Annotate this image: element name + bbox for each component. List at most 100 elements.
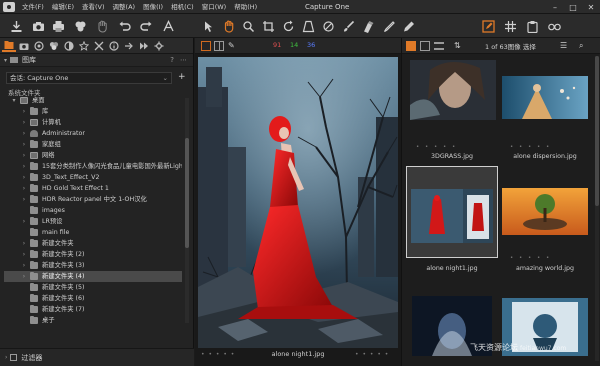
- text-icon[interactable]: [160, 18, 176, 34]
- thumbnail-selected[interactable]: [406, 166, 498, 258]
- minimize-icon[interactable]: –: [546, 0, 564, 14]
- tree-row[interactable]: › 计算机: [4, 117, 182, 128]
- browser-scrollbar-thumb[interactable]: [595, 56, 599, 206]
- output-icon[interactable]: [122, 39, 136, 52]
- filter-header[interactable]: › 过滤器: [0, 348, 194, 366]
- collapse-icon[interactable]: ▾: [4, 57, 7, 64]
- capture-icon[interactable]: [17, 39, 31, 52]
- list-view-icon[interactable]: [434, 42, 444, 50]
- tree-scrollbar[interactable]: [185, 98, 189, 323]
- zoom-icon[interactable]: [240, 18, 256, 34]
- adjustments-icon[interactable]: [92, 39, 106, 52]
- thumbnail-image[interactable]: [502, 76, 588, 119]
- tree-row-selected[interactable]: › 新建文件夹 (4): [4, 271, 182, 282]
- redo-icon[interactable]: [138, 18, 154, 34]
- multi-view-icon[interactable]: [214, 41, 224, 51]
- tree-row[interactable]: › HD Gold Text Effect 1: [4, 183, 182, 194]
- grid-icon[interactable]: [502, 18, 518, 34]
- tree-scrollbar-thumb[interactable]: [185, 138, 189, 248]
- thumbnail-rating[interactable]: • • • • •: [510, 144, 551, 150]
- photo-color-tag[interactable]: • • • • •: [355, 351, 389, 358]
- thumbnail-rating[interactable]: • • • • •: [416, 144, 457, 150]
- expand-arrow-icon[interactable]: ›: [20, 172, 28, 183]
- expand-arrow-icon[interactable]: ›: [20, 150, 28, 161]
- browser-scrollbar[interactable]: [595, 56, 599, 361]
- expand-arrow-icon[interactable]: ›: [20, 271, 28, 282]
- metadata-icon[interactable]: [107, 39, 121, 52]
- color-icon[interactable]: [47, 39, 61, 52]
- grid-view-icon[interactable]: [406, 41, 416, 51]
- maximize-icon[interactable]: □: [564, 0, 582, 14]
- thumbnail-rating[interactable]: • • • • •: [510, 255, 551, 261]
- glasses-icon[interactable]: [546, 18, 562, 34]
- search-icon[interactable]: ⌕: [579, 41, 589, 51]
- tree-row[interactable]: › Administrator: [4, 128, 182, 139]
- tree-row[interactable]: images: [4, 205, 182, 216]
- hand-icon[interactable]: [94, 18, 110, 34]
- tree-row[interactable]: › 新建文件夹: [4, 238, 182, 249]
- tree-row[interactable]: › HDR Reactor panel 中文 1-OH汉化: [4, 194, 182, 205]
- tree-row[interactable]: › 3D_Text_Effect_V2: [4, 172, 182, 183]
- thumbnail-image[interactable]: [410, 60, 496, 120]
- menu-adjust[interactable]: 调整(A): [109, 0, 140, 14]
- brush-icon[interactable]: [340, 18, 356, 34]
- thumbnail-image[interactable]: [411, 189, 493, 243]
- expand-arrow-icon[interactable]: ›: [20, 161, 28, 172]
- main-photo[interactable]: [198, 57, 398, 348]
- edit-icon[interactable]: [480, 18, 496, 34]
- camera-icon[interactable]: [30, 18, 46, 34]
- eraser-icon[interactable]: [360, 18, 376, 34]
- expand-arrow-icon[interactable]: ›: [20, 106, 28, 117]
- menu-icon[interactable]: ⋯: [180, 56, 187, 64]
- clipboard-icon[interactable]: [524, 18, 540, 34]
- settings-icon[interactable]: [152, 39, 166, 52]
- catalog-select[interactable]: 会话: Capture One ⌄: [6, 72, 172, 84]
- library-icon[interactable]: [2, 39, 16, 52]
- rotate-icon[interactable]: [280, 18, 296, 34]
- thumbnail-image[interactable]: [502, 188, 588, 235]
- color-picker-icon[interactable]: [380, 18, 396, 34]
- lens-icon[interactable]: [32, 39, 46, 52]
- menu-help[interactable]: 帮助(H): [230, 0, 261, 14]
- tree-row[interactable]: 新建文件夹 (5): [4, 282, 182, 293]
- expand-arrow-icon[interactable]: ›: [20, 117, 28, 128]
- filter-list-icon[interactable]: ☰: [560, 41, 570, 51]
- undo-icon[interactable]: [116, 18, 132, 34]
- app-logo-icon[interactable]: [3, 1, 15, 12]
- expand-arrow-icon[interactable]: ▾: [10, 95, 18, 106]
- help-icon[interactable]: ?: [170, 56, 174, 64]
- tree-row[interactable]: › 网络: [4, 150, 182, 161]
- library-header[interactable]: ▾ 图库 ? ⋯: [0, 54, 193, 67]
- tree-row[interactable]: › 库: [4, 106, 182, 117]
- expand-arrow-icon[interactable]: ›: [20, 260, 28, 271]
- menu-window[interactable]: 窗口(W): [198, 0, 231, 14]
- print-icon[interactable]: [50, 18, 66, 34]
- expand-arrow-icon[interactable]: ›: [20, 238, 28, 249]
- import-icon[interactable]: [8, 18, 24, 34]
- details-icon[interactable]: [77, 39, 91, 52]
- select-cursor-icon[interactable]: [200, 18, 216, 34]
- tree-row[interactable]: › LR预设: [4, 216, 182, 227]
- crop-icon[interactable]: [260, 18, 276, 34]
- add-icon[interactable]: +: [178, 72, 186, 83]
- expand-arrow-icon[interactable]: ›: [20, 128, 28, 139]
- expand-arrow-icon[interactable]: ›: [20, 183, 28, 194]
- tree-row[interactable]: 新建文件夹 (7): [4, 304, 182, 315]
- tree-row[interactable]: 新建文件夹 (6): [4, 293, 182, 304]
- batch-icon[interactable]: [137, 39, 151, 52]
- tree-row[interactable]: main file: [4, 227, 182, 238]
- exposure-icon[interactable]: [62, 39, 76, 52]
- expand-arrow-icon[interactable]: ›: [20, 139, 28, 150]
- menu-image[interactable]: 图像(I): [139, 0, 167, 14]
- spot-remove-icon[interactable]: [320, 18, 336, 34]
- pan-icon[interactable]: [220, 18, 236, 34]
- tree-row[interactable]: › 新建文件夹 (2): [4, 249, 182, 260]
- expand-arrow-icon[interactable]: ›: [20, 194, 28, 205]
- single-view-icon[interactable]: [201, 41, 211, 51]
- menu-view[interactable]: 查看(V): [78, 0, 109, 14]
- delete-icon[interactable]: [72, 18, 88, 34]
- annotate-icon[interactable]: [400, 18, 416, 34]
- tree-row[interactable]: › 家庭组: [4, 139, 182, 150]
- tree-row[interactable]: ▾ 桌面: [4, 95, 182, 106]
- keystone-icon[interactable]: [300, 18, 316, 34]
